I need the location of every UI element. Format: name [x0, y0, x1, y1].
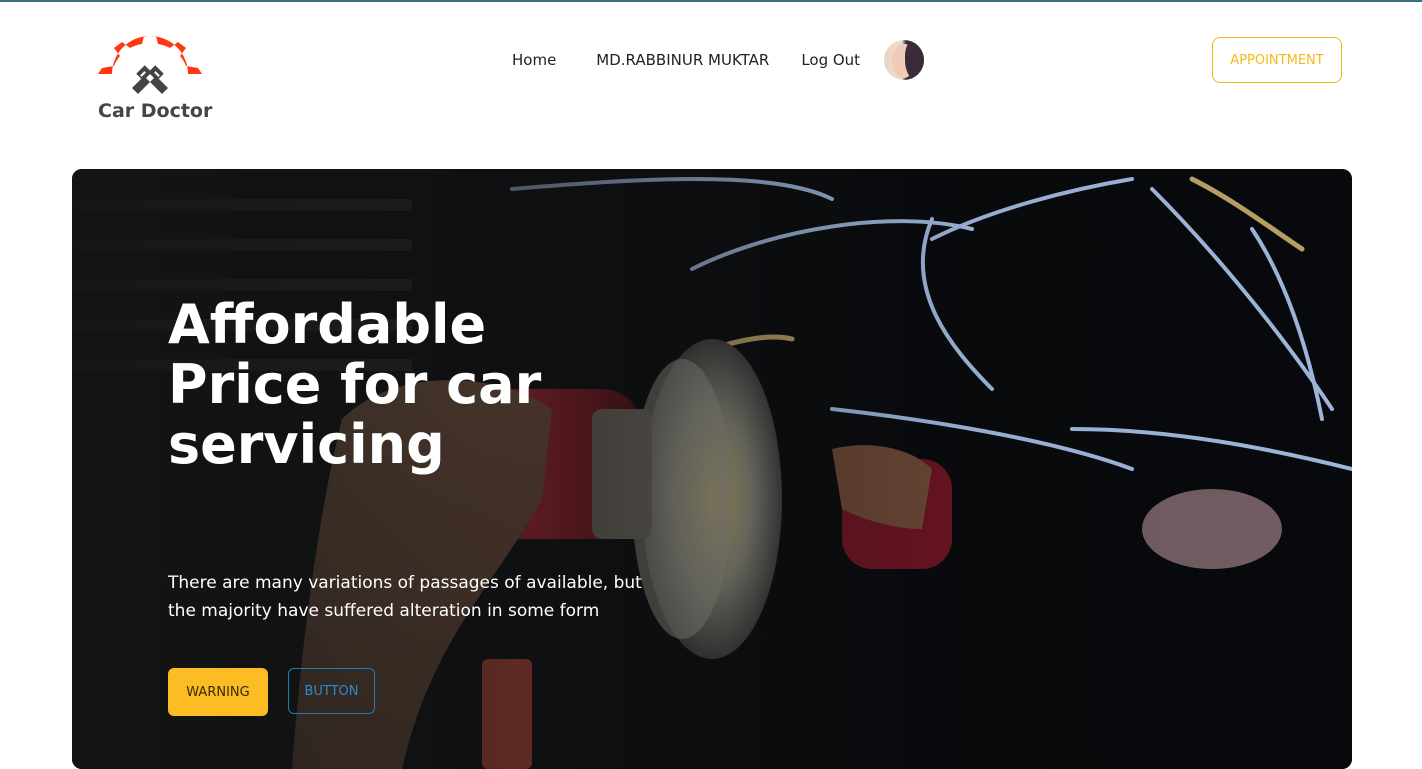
main-nav: Home MD.RABBINUR MUKTAR Log Out: [500, 38, 925, 82]
warning-button[interactable]: WARNING: [168, 668, 268, 716]
outline-button[interactable]: BUTTON: [288, 668, 375, 714]
navbar: Car Doctor Home MD.RABBINUR MUKTAR Log O…: [0, 2, 1422, 142]
user-avatar[interactable]: [884, 40, 925, 80]
nav-logout[interactable]: Log Out: [801, 51, 860, 69]
logo[interactable]: Car Doctor: [96, 36, 212, 128]
hero-description: There are many variations of passages of…: [168, 573, 642, 621]
nav-home[interactable]: Home: [512, 51, 556, 69]
hero-title: Affordable Price for car servicing: [168, 293, 542, 476]
hero-banner: Affordable Price for car servicing There…: [72, 169, 1352, 769]
appointment-button[interactable]: APPOINTMENT: [1212, 37, 1342, 83]
nav-user-name[interactable]: MD.RABBINUR MUKTAR: [596, 51, 769, 69]
avatar-hair: [905, 40, 925, 80]
gear-piston-icon: [98, 36, 202, 94]
brand-name: Car Doctor: [98, 100, 213, 122]
